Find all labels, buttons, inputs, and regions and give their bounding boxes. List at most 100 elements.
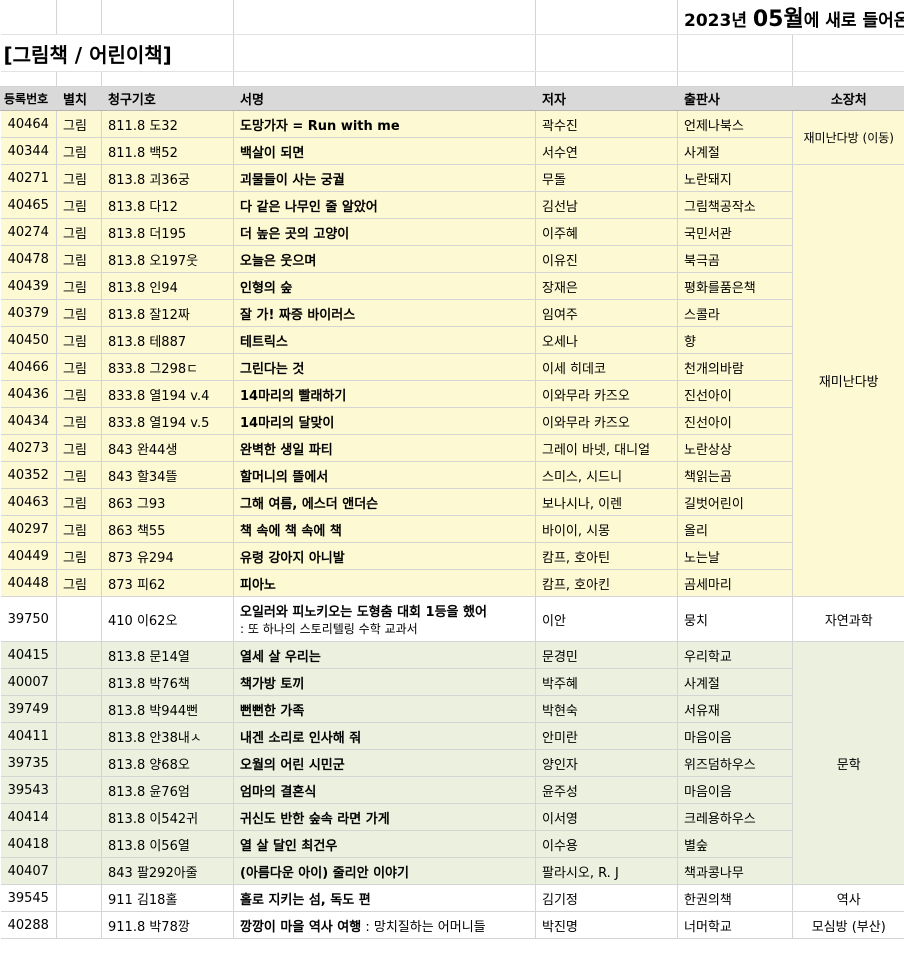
call-no-cell[interactable]: 843 팔292아줄 xyxy=(101,857,234,885)
title-cell[interactable]: 테트릭스 xyxy=(233,326,536,354)
location-cell[interactable]: 자연과학 xyxy=(791,596,904,642)
call-no-cell[interactable]: 873 유294 xyxy=(101,542,234,570)
separate-cell[interactable]: 그림 xyxy=(56,110,102,138)
reg-no-cell[interactable]: 40273 xyxy=(0,434,57,462)
reg-no-cell[interactable]: 40414 xyxy=(0,803,57,831)
title-cell[interactable]: 홀로 지키는 섬, 독도 편 xyxy=(233,884,536,912)
separate-cell[interactable]: 그림 xyxy=(56,191,102,219)
separate-cell[interactable]: 그림 xyxy=(56,272,102,300)
header-reg-no[interactable]: 등록번호 xyxy=(0,86,57,111)
header-separate[interactable]: 별치 xyxy=(56,86,102,111)
title-cell[interactable]: 귀신도 반한 숲속 라면 가게 xyxy=(233,803,536,831)
call-no-cell[interactable]: 863 그93 xyxy=(101,488,234,516)
publisher-cell[interactable]: 사계절 xyxy=(677,137,793,165)
author-cell[interactable]: 양인자 xyxy=(535,749,678,777)
call-no-cell[interactable]: 410 이62오 xyxy=(101,596,234,642)
reg-no-cell[interactable]: 40344 xyxy=(0,137,57,165)
title-cell[interactable]: 내겐 소리로 인사해 줘 xyxy=(233,722,536,750)
author-cell[interactable]: 박현숙 xyxy=(535,695,678,723)
call-no-cell[interactable]: 813.8 이542귀 xyxy=(101,803,234,831)
reg-no-cell[interactable]: 40439 xyxy=(0,272,57,300)
author-cell[interactable]: 윤주성 xyxy=(535,776,678,804)
publisher-cell[interactable]: 책과콩나무 xyxy=(677,857,793,885)
publisher-cell[interactable]: 평화를품은책 xyxy=(677,272,793,300)
title-cell[interactable]: 오일러와 피노키오는 도형춤 대회 1등을 했어: 또 하나의 스토리텔링 수학… xyxy=(233,596,536,642)
reg-no-cell[interactable]: 40436 xyxy=(0,380,57,408)
title-cell[interactable]: 괴물들이 사는 궁궐 xyxy=(233,164,536,192)
separate-cell[interactable]: 그림 xyxy=(56,515,102,543)
header-call-no[interactable]: 청구기호 xyxy=(101,86,234,111)
call-no-cell[interactable]: 813.8 오197웃 xyxy=(101,245,234,273)
author-cell[interactable]: 김기정 xyxy=(535,884,678,912)
separate-cell[interactable] xyxy=(56,596,102,642)
call-no-cell[interactable]: 843 할34뜰 xyxy=(101,461,234,489)
publisher-cell[interactable]: 노는날 xyxy=(677,542,793,570)
author-cell[interactable]: 이안 xyxy=(535,596,678,642)
reg-no-cell[interactable]: 40434 xyxy=(0,407,57,435)
publisher-cell[interactable]: 천개의바람 xyxy=(677,353,793,381)
call-no-cell[interactable]: 813.8 다12 xyxy=(101,191,234,219)
call-no-cell[interactable]: 813.8 박944뻔 xyxy=(101,695,234,723)
author-cell[interactable]: 무돌 xyxy=(535,164,678,192)
separate-cell[interactable]: 그림 xyxy=(56,245,102,273)
publisher-cell[interactable]: 노란돼지 xyxy=(677,164,793,192)
title-cell[interactable]: 백살이 되면 xyxy=(233,137,536,165)
author-cell[interactable]: 팔라시오, R. J xyxy=(535,857,678,885)
publisher-cell[interactable]: 진선아이 xyxy=(677,407,793,435)
publisher-cell[interactable]: 길벗어린이 xyxy=(677,488,793,516)
header-title[interactable]: 서명 xyxy=(233,86,536,111)
title-cell[interactable]: 뻔뻔한 가족 xyxy=(233,695,536,723)
author-cell[interactable]: 이세 히데코 xyxy=(535,353,678,381)
title-cell[interactable]: 책가방 토끼 xyxy=(233,668,536,696)
author-cell[interactable]: 곽수진 xyxy=(535,110,678,138)
title-cell[interactable]: 유령 강아지 아니발 xyxy=(233,542,536,570)
author-cell[interactable]: 안미란 xyxy=(535,722,678,750)
location-cell[interactable]: 문학 xyxy=(791,641,904,885)
call-no-cell[interactable]: 843 완44생 xyxy=(101,434,234,462)
publisher-cell[interactable]: 국민서관 xyxy=(677,218,793,246)
author-cell[interactable]: 보나시나, 이렌 xyxy=(535,488,678,516)
author-cell[interactable]: 이주혜 xyxy=(535,218,678,246)
author-cell[interactable]: 이수용 xyxy=(535,830,678,858)
title-cell[interactable]: 도망가자 = Run with me xyxy=(233,110,536,138)
separate-cell[interactable] xyxy=(56,830,102,858)
publisher-cell[interactable]: 크레용하우스 xyxy=(677,803,793,831)
location-cell[interactable]: 재미난다방 xyxy=(791,164,904,597)
call-no-cell[interactable]: 811.8 도32 xyxy=(101,110,234,138)
call-no-cell[interactable]: 911 김18홀 xyxy=(101,884,234,912)
author-cell[interactable]: 오세나 xyxy=(535,326,678,354)
publisher-cell[interactable]: 별숲 xyxy=(677,830,793,858)
title-cell[interactable]: 열 살 달인 최건우 xyxy=(233,830,536,858)
author-cell[interactable]: 이서영 xyxy=(535,803,678,831)
publisher-cell[interactable]: 노란상상 xyxy=(677,434,793,462)
header-publisher[interactable]: 출판사 xyxy=(677,86,793,111)
publisher-cell[interactable]: 스콜라 xyxy=(677,299,793,327)
call-no-cell[interactable]: 911.8 박78깡 xyxy=(101,911,234,939)
publisher-cell[interactable]: 서유재 xyxy=(677,695,793,723)
call-no-cell[interactable]: 813.8 문14열 xyxy=(101,641,234,669)
reg-no-cell[interactable]: 39543 xyxy=(0,776,57,804)
call-no-cell[interactable]: 833.8 열194 v.5 xyxy=(101,407,234,435)
separate-cell[interactable]: 그림 xyxy=(56,326,102,354)
reg-no-cell[interactable]: 40288 xyxy=(0,911,57,939)
reg-no-cell[interactable]: 40379 xyxy=(0,299,57,327)
call-no-cell[interactable]: 873 피62 xyxy=(101,569,234,597)
separate-cell[interactable]: 그림 xyxy=(56,461,102,489)
separate-cell[interactable] xyxy=(56,695,102,723)
publisher-cell[interactable]: 북극곰 xyxy=(677,245,793,273)
call-no-cell[interactable]: 813.8 박76책 xyxy=(101,668,234,696)
reg-no-cell[interactable]: 40007 xyxy=(0,668,57,696)
title-cell[interactable]: 열세 살 우리는 xyxy=(233,641,536,669)
title-cell[interactable]: 오월의 어린 시민군 xyxy=(233,749,536,777)
reg-no-cell[interactable]: 40466 xyxy=(0,353,57,381)
separate-cell[interactable]: 그림 xyxy=(56,164,102,192)
author-cell[interactable]: 캄프, 호아킨 xyxy=(535,569,678,597)
reg-no-cell[interactable]: 40478 xyxy=(0,245,57,273)
reg-no-cell[interactable]: 40411 xyxy=(0,722,57,750)
call-no-cell[interactable]: 813.8 인94 xyxy=(101,272,234,300)
separate-cell[interactable]: 그림 xyxy=(56,542,102,570)
call-no-cell[interactable]: 813.8 양68오 xyxy=(101,749,234,777)
separate-cell[interactable]: 그림 xyxy=(56,137,102,165)
title-cell[interactable]: 책 속에 책 속에 책 xyxy=(233,515,536,543)
title-cell[interactable]: 잘 가! 짜증 바이러스 xyxy=(233,299,536,327)
